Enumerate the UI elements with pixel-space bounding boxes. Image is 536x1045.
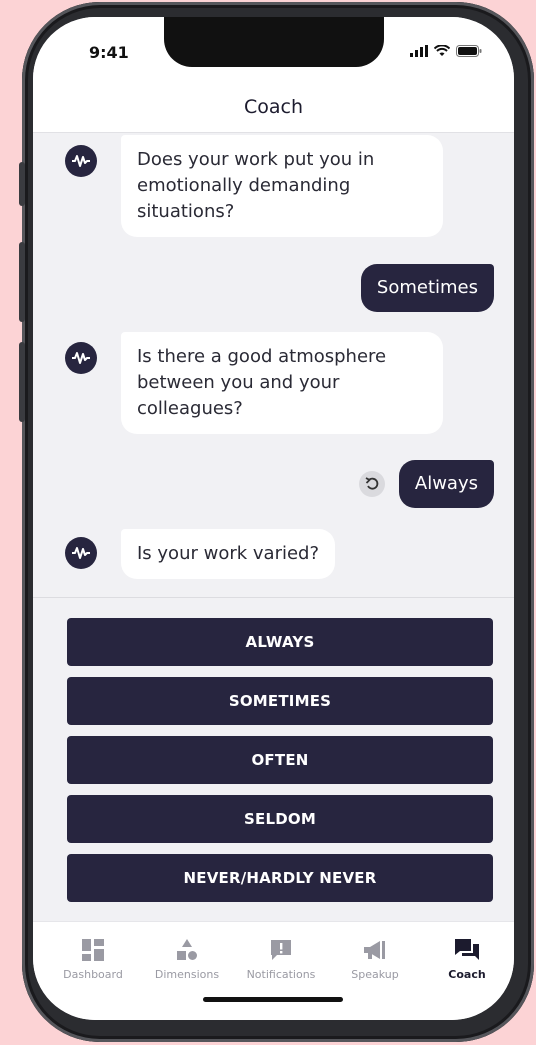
notch [164,17,384,67]
tab-dimensions[interactable]: Dimensions [141,936,233,981]
shapes-icon [141,936,233,964]
user-bubble: Sometimes [360,264,494,312]
answer-never-button[interactable]: NEVER/HARDLY NEVER [67,854,493,902]
bot-message: Does your work put you in emotionally de… [65,135,443,237]
answer-always-button[interactable]: ALWAYS [67,618,493,666]
home-indicator [203,997,343,1002]
signal-icon [410,45,428,57]
answer-seldom-button[interactable]: SELDOM [67,795,493,843]
answer-sometimes-button[interactable]: SOMETIMES [67,677,493,725]
tab-label: Coach [448,968,486,981]
phone-screen: 9:41 Coach Does your work put you in emo… [33,17,514,1020]
bot-bubble: Is there a good atmosphere between you a… [121,332,443,434]
chat-icon [421,936,513,964]
coach-avatar-icon [65,342,97,374]
coach-avatar-icon [65,145,97,177]
tab-dashboard[interactable]: Dashboard [47,936,139,981]
tab-bar: Dashboard Dimensions Notifications Speak… [33,921,514,1020]
status-bar: 9:41 [33,17,514,87]
tab-label: Speakup [351,968,399,981]
bot-bubble: Does your work put you in emotionally de… [121,135,443,237]
volume-up-button [19,242,25,322]
user-message: Sometimes [360,264,494,312]
status-icons [410,45,482,57]
undo-icon[interactable] [358,471,385,497]
alert-icon [235,936,327,964]
coach-avatar-icon [65,537,97,569]
answer-often-button[interactable]: OFTEN [67,736,493,784]
status-time: 9:41 [89,43,129,62]
user-message: Always [358,460,494,508]
tab-notifications[interactable]: Notifications [235,936,327,981]
tab-coach[interactable]: Coach [421,936,513,981]
user-bubble: Always [398,460,494,508]
wifi-icon [434,45,450,56]
mute-switch [19,162,25,206]
bot-message: Is your work varied? [65,529,336,579]
tab-label: Dimensions [154,968,220,981]
battery-icon [456,45,482,57]
volume-down-button [19,342,25,422]
dashboard-icon [47,936,139,964]
page-title: Coach [243,96,304,118]
megaphone-icon [329,936,421,964]
tab-label: Notifications [246,968,316,981]
tab-label: Dashboard [63,968,123,981]
chat-thread: Does your work put you in emotionally de… [33,133,514,595]
answer-options: ALWAYS SOMETIMES OFTEN SELDOM NEVER/HARD… [33,597,514,902]
tab-speakup[interactable]: Speakup [329,936,421,981]
header: Coach [33,87,514,133]
bot-message: Is there a good atmosphere between you a… [65,332,443,434]
bot-bubble: Is your work varied? [121,529,336,579]
